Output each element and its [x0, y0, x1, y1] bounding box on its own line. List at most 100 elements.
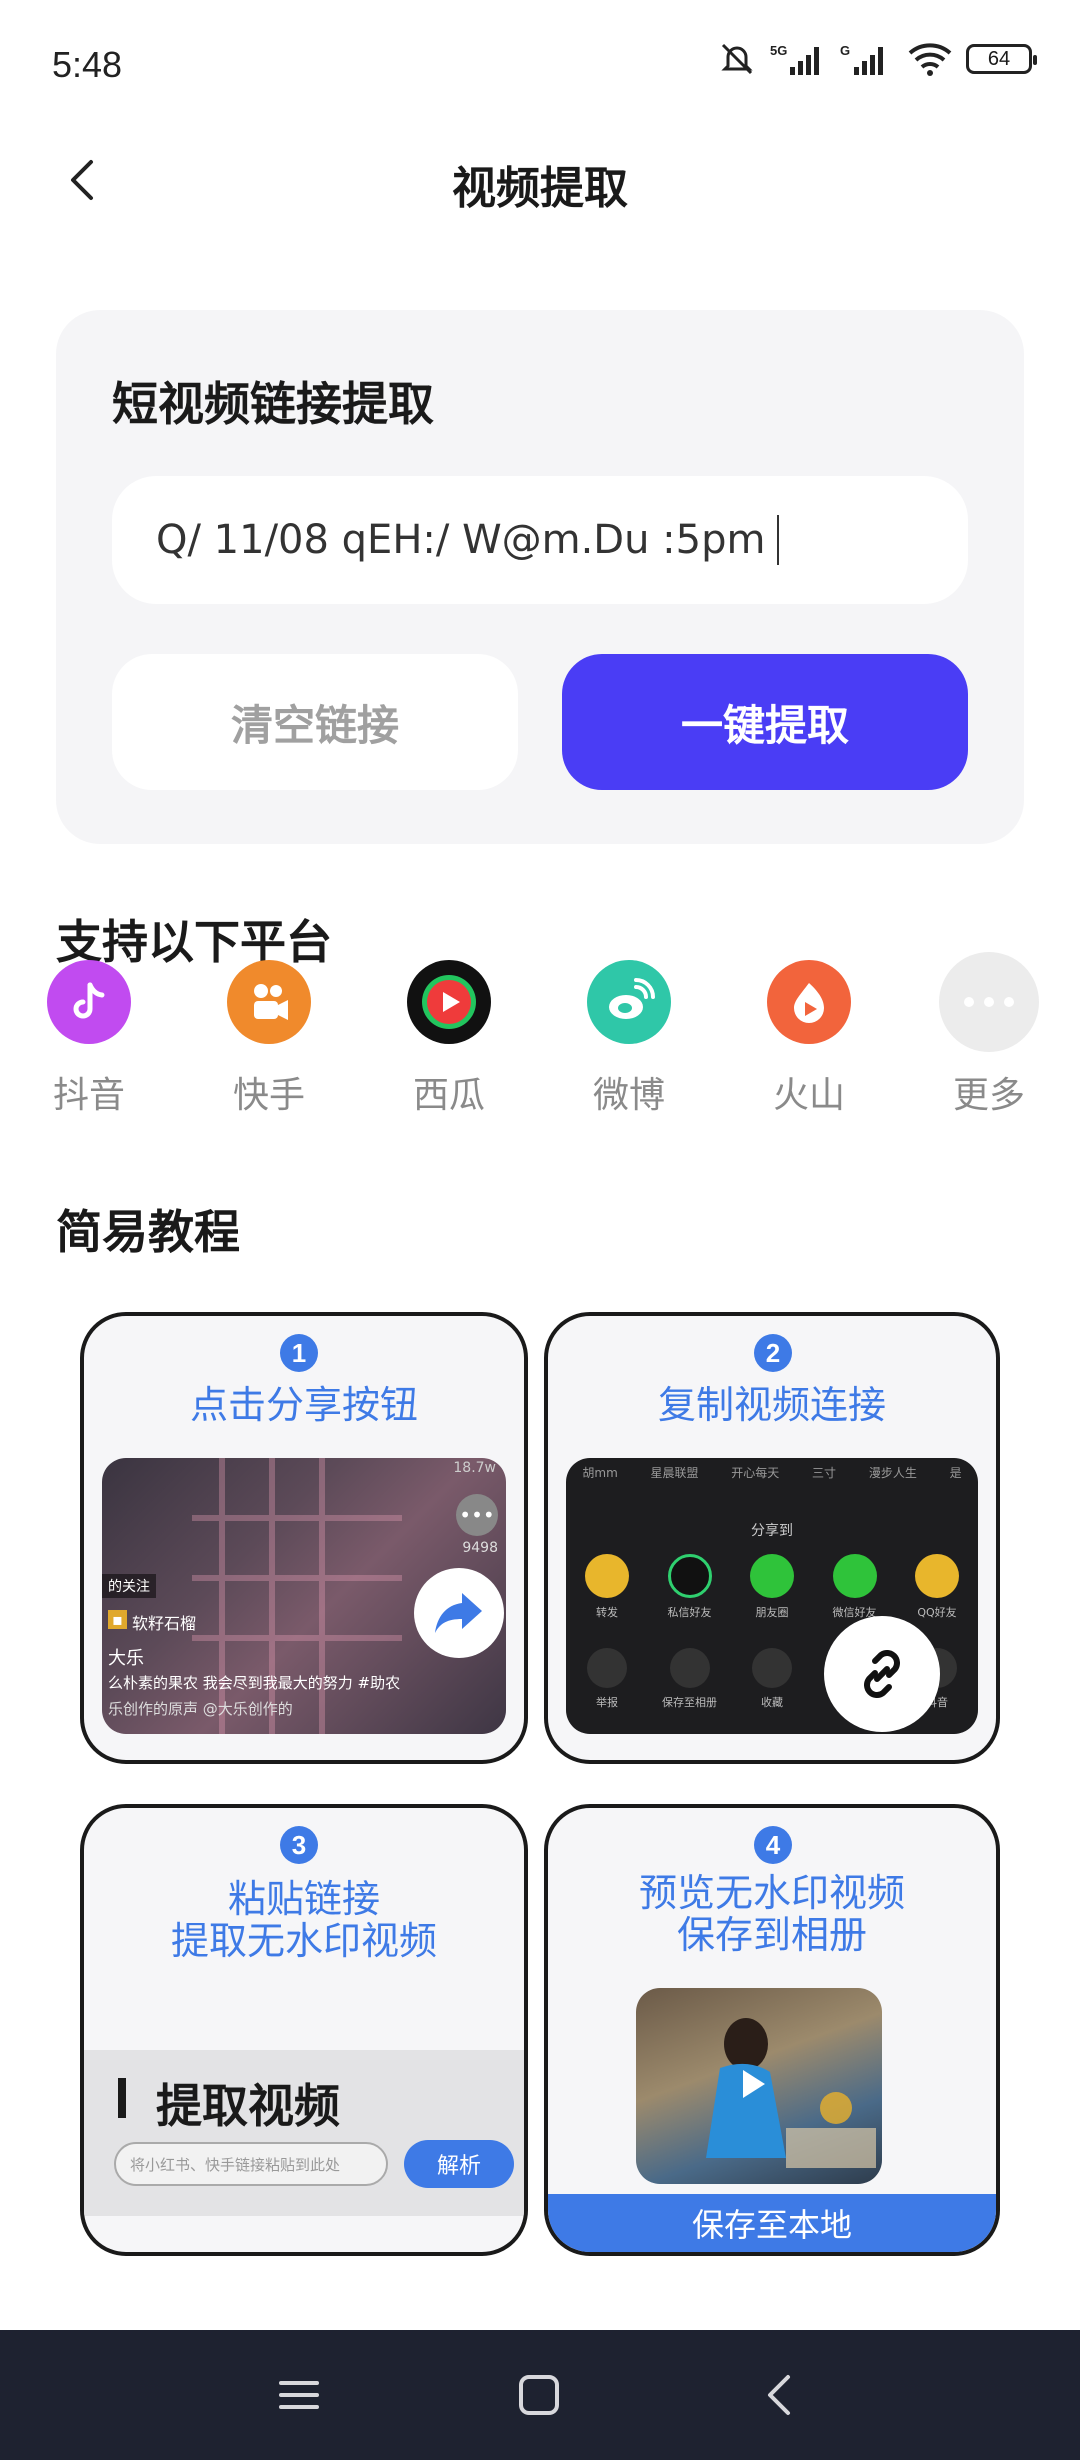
tutorial-step-1: 1 点击分享按钮 18.7w ••• 9498 的关注 ▪ 软籽石榴 大乐 么朴…: [80, 1312, 528, 1764]
wifi-icon: [908, 43, 952, 76]
share-option-label: 转发: [596, 1606, 618, 1619]
share-option-label: QQ好友: [917, 1606, 957, 1619]
step-number: 1: [280, 1334, 318, 1372]
step-number: 2: [754, 1334, 792, 1372]
share-option: 保存至相册: [657, 1648, 723, 1710]
share-option: 朋友圈: [739, 1554, 805, 1620]
xigua-icon: [407, 960, 491, 1044]
share-option-label: 举报: [596, 1696, 618, 1709]
platform-weibo[interactable]: 微博: [554, 960, 704, 1118]
svg-text:5G: 5G: [770, 43, 787, 58]
platform-label: 西瓜: [412, 1075, 485, 1116]
step-text-line-1: 预览无水印视频: [638, 1871, 905, 1915]
share-option: 私信好友: [657, 1554, 723, 1620]
home-icon: [519, 2375, 559, 2415]
more-icon: [939, 952, 1039, 1052]
back-nav-button[interactable]: [744, 2360, 814, 2430]
friend-name: 星晨联盟: [650, 1466, 699, 1480]
link-input-value: Q/ 11/08 qEH:/ W@m.Du :5pm: [156, 517, 766, 563]
tutorial-step-3: 3 粘贴链接 提取无水印视频 提取视频 将小红书、快手链接粘贴到此处 解析: [80, 1804, 528, 2256]
save-local-bar: 保存至本地: [548, 2194, 996, 2252]
friend-name: 是: [949, 1466, 962, 1480]
platform-label: 抖音: [52, 1075, 125, 1116]
platform-label: 更多: [952, 1075, 1025, 1116]
huoshan-icon: [767, 960, 851, 1044]
tag-label: 软籽石榴: [132, 1614, 197, 1633]
demo-heading: 提取视频: [156, 2079, 340, 2133]
share-option-label: 保存至相册: [662, 1696, 717, 1709]
platform-huoshan[interactable]: 火山: [734, 960, 884, 1118]
share-option: 收藏: [739, 1648, 805, 1710]
preview-image: [636, 1988, 882, 2184]
step-text: 点击分享按钮: [189, 1383, 418, 1427]
play-icon: [743, 2070, 765, 2098]
status-bar: 5:48 5G G 64: [0, 0, 1080, 130]
header: 视频提取: [0, 130, 1080, 230]
demo-parse-button: 解析: [404, 2140, 514, 2188]
user-name: 大乐: [108, 1648, 144, 1669]
share-option: QQ好友: [904, 1554, 970, 1620]
heading-bar: [118, 2078, 126, 2118]
share-option: 微信好友: [822, 1554, 888, 1620]
friend-name: 漫步人生: [868, 1466, 917, 1480]
platform-label: 快手: [232, 1075, 305, 1116]
system-nav-bar: [0, 2330, 1080, 2460]
svg-text:G: G: [840, 43, 850, 58]
demo-input: 将小红书、快手链接粘贴到此处: [114, 2142, 388, 2186]
step-text: 复制视频连接: [657, 1383, 886, 1427]
mute-bell-icon: [721, 43, 753, 75]
step-text-line-2: 保存到相册: [676, 1913, 867, 1957]
tutorial-step-2: 2 复制视频连接 胡mm 星晨联盟 开心每天 三寸 漫步人生 是 分享到 转发 …: [544, 1312, 1000, 1764]
share-to-label: 分享到: [751, 1523, 793, 1539]
back-icon: [768, 2375, 790, 2415]
share-option-label: 朋友圈: [755, 1606, 789, 1619]
friend-name: 三寸: [812, 1466, 837, 1480]
share-option-label: 收藏: [761, 1696, 783, 1709]
tutorial-title: 简易教程: [56, 1205, 240, 1259]
platform-label: 微博: [592, 1075, 665, 1116]
home-button[interactable]: [504, 2360, 574, 2430]
battery-icon: 64: [966, 44, 1037, 74]
signal-g-icon: G: [840, 43, 883, 75]
platform-list: 抖音 快手 西瓜 微博 火山 更多: [0, 952, 1080, 1140]
platform-kuaishou[interactable]: 快手: [194, 960, 344, 1118]
link-input[interactable]: Q/ 11/08 qEH:/ W@m.Du :5pm: [112, 476, 968, 604]
music-label: 乐创作的原声 @大乐创作的: [108, 1700, 293, 1718]
share-screenshot: 18.7w ••• 9498 的关注 ▪ 软籽石榴 大乐 么朴素的果农 我会尽到…: [102, 1458, 506, 1734]
video-caption: 么朴素的果农 我会尽到我最大的努力 #助农: [108, 1674, 401, 1692]
weibo-icon: [587, 960, 671, 1044]
link-icon: [824, 1616, 940, 1732]
extract-card: 短视频链接提取 Q/ 11/08 qEH:/ W@m.Du :5pm 清空链接 …: [56, 310, 1024, 844]
friend-name: 开心每天: [731, 1466, 780, 1480]
text-caret: [777, 515, 780, 565]
like-count: 9498: [462, 1540, 498, 1556]
tag-badge: ▪: [108, 1610, 127, 1629]
follow-label: 的关注: [102, 1574, 156, 1598]
status-time: 5:48: [52, 44, 123, 85]
signal-5g-icon: 5G: [770, 43, 819, 75]
menu-icon: [279, 2381, 319, 2409]
tutorial-step-4: 4 预览无水印视频 保存到相册 保存至本地: [544, 1804, 1000, 2256]
friend-name: 胡mm: [582, 1466, 618, 1480]
status-icons: 5G G 64: [718, 40, 1037, 78]
share-option-label: 私信好友: [667, 1606, 712, 1619]
menu-button[interactable]: [264, 2360, 334, 2430]
step-text-line-2: 提取无水印视频: [170, 1919, 437, 1963]
share-row-1: 转发 私信好友 朋友圈 微信好友 QQ好友: [574, 1554, 970, 1620]
extract-demo-screenshot: 提取视频 将小红书、快手链接粘贴到此处 解析: [84, 2050, 524, 2216]
share-icon: [414, 1568, 504, 1658]
share-option: 举报: [574, 1648, 640, 1710]
share-option: 转发: [574, 1554, 640, 1620]
comment-icon: •••: [456, 1494, 498, 1536]
step-text-line-1: 粘贴链接: [227, 1877, 380, 1921]
platform-douyin[interactable]: 抖音: [14, 960, 164, 1118]
platform-label: 火山: [772, 1075, 845, 1116]
top-label: 18.7w: [453, 1460, 496, 1476]
clear-link-button[interactable]: 清空链接: [112, 654, 518, 790]
step-number: 4: [754, 1826, 792, 1864]
platform-xigua[interactable]: 西瓜: [374, 960, 524, 1118]
platform-more[interactable]: 更多: [914, 952, 1064, 1118]
step-number: 3: [280, 1826, 318, 1864]
one-click-extract-button[interactable]: 一键提取: [562, 654, 968, 790]
douyin-icon: [47, 960, 131, 1044]
